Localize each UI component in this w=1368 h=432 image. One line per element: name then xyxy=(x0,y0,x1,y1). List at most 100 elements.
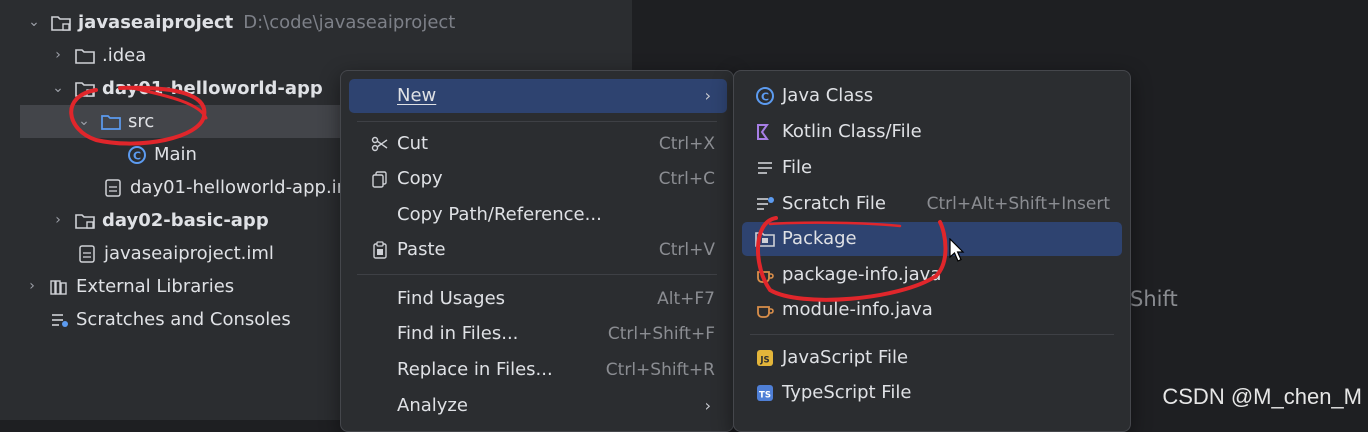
tree-item-src[interactable]: ⌄ src xyxy=(20,105,350,138)
menu-item-new[interactable]: New › xyxy=(349,79,727,113)
submenu-item-typescript-file[interactable]: TS TypeScript File xyxy=(742,376,1122,410)
chevron-down-icon[interactable]: ⌄ xyxy=(26,6,42,39)
chevron-right-icon[interactable]: › xyxy=(50,204,66,237)
context-menu: New › Cut Ctrl+X Copy Ctrl+C Copy Path/R… xyxy=(340,70,734,432)
tree-item-label: .idea xyxy=(102,45,147,66)
chevron-down-icon[interactable]: ⌄ xyxy=(76,105,92,138)
menu-item-label: Java Class xyxy=(782,85,874,106)
copy-icon xyxy=(369,168,391,190)
menu-item-label: New xyxy=(397,85,437,106)
tree-item-project-iml[interactable]: javaseaiproject.iml xyxy=(76,237,274,270)
svg-text:C: C xyxy=(133,149,141,162)
menu-item-copy[interactable]: Copy Ctrl+C xyxy=(349,162,727,196)
menu-item-label: Find in Files... xyxy=(397,323,519,344)
tree-item-idea[interactable]: › .idea xyxy=(50,39,146,72)
file-text-icon xyxy=(754,157,776,179)
module-folder-icon xyxy=(50,12,72,34)
package-icon xyxy=(754,228,776,250)
folder-icon xyxy=(74,45,96,67)
tree-item-label: Scratches and Consoles xyxy=(76,309,291,330)
new-submenu: C Java Class Kotlin Class/File File Scra… xyxy=(733,70,1131,432)
menu-item-label: JavaScript File xyxy=(782,347,909,368)
menu-item-label: module-info.java xyxy=(782,299,933,320)
menu-item-replace-in-files[interactable]: Replace in Files... Ctrl+Shift+R xyxy=(349,353,727,387)
tree-item-label: day01-helloworld-app xyxy=(102,78,323,99)
menu-item-label: Copy Path/Reference... xyxy=(397,204,602,225)
module-folder-icon xyxy=(74,210,96,232)
menu-item-find-in-files[interactable]: Find in Files... Ctrl+Shift+F xyxy=(349,317,727,351)
menu-item-shortcut: Alt+F7 xyxy=(657,289,715,309)
menu-item-copy-path[interactable]: Copy Path/Reference... xyxy=(349,198,727,232)
java-coffee-icon xyxy=(754,264,776,286)
menu-item-label: Kotlin Class/File xyxy=(782,121,922,142)
chevron-right-icon[interactable]: › xyxy=(50,39,66,72)
tree-item-scratches[interactable]: Scratches and Consoles xyxy=(48,303,291,336)
iml-file-icon xyxy=(76,243,98,265)
library-icon xyxy=(48,276,70,298)
source-folder-icon xyxy=(100,111,122,133)
menu-item-label: Replace in Files... xyxy=(397,359,553,380)
java-class-icon: C xyxy=(126,144,148,166)
menu-divider xyxy=(357,274,717,275)
project-path: D:\code\javaseaiproject xyxy=(243,12,456,33)
menu-item-label: TypeScript File xyxy=(782,382,912,403)
menu-item-label: Copy xyxy=(397,168,443,189)
chevron-right-icon: › xyxy=(704,86,711,105)
mouse-cursor-icon xyxy=(949,238,965,262)
tree-item-label: src xyxy=(128,111,155,132)
kotlin-class-icon xyxy=(754,121,776,143)
svg-text:C: C xyxy=(761,91,769,104)
submenu-item-module-info[interactable]: module-info.java xyxy=(742,293,1122,327)
menu-divider xyxy=(357,121,717,122)
svg-text:JS: JS xyxy=(759,356,769,366)
submenu-item-scratch-file[interactable]: Scratch File Ctrl+Alt+Shift+Insert xyxy=(742,187,1122,221)
tree-item-label: javaseaiproject xyxy=(78,12,234,33)
tree-item-external-libraries[interactable]: › External Libraries xyxy=(24,270,234,303)
tree-item-day02[interactable]: › day02-basic-app xyxy=(50,204,269,237)
tree-item-label: day01-helloworld-app.im xyxy=(130,177,355,198)
menu-divider xyxy=(750,334,1114,335)
menu-item-label: Package xyxy=(782,228,857,249)
menu-item-shortcut: Ctrl+X xyxy=(658,134,715,154)
menu-item-label: File xyxy=(782,157,813,178)
menu-item-find-usages[interactable]: Find Usages Alt+F7 xyxy=(349,282,727,316)
submenu-item-javascript-file[interactable]: JS JavaScript File xyxy=(742,341,1122,375)
iml-file-icon xyxy=(102,177,124,199)
menu-item-label: Scratch File xyxy=(782,193,886,214)
module-folder-icon xyxy=(74,78,96,100)
submenu-item-kotlin-class[interactable]: Kotlin Class/File xyxy=(742,115,1122,149)
menu-item-label: Find Usages xyxy=(397,288,506,309)
menu-item-cut[interactable]: Cut Ctrl+X xyxy=(349,127,727,161)
menu-item-analyze[interactable]: Analyze › xyxy=(349,389,727,423)
submenu-item-java-class[interactable]: C Java Class xyxy=(742,79,1122,113)
menu-item-shortcut: Ctrl+Alt+Shift+Insert xyxy=(926,194,1110,214)
scratches-icon xyxy=(48,309,70,331)
chevron-down-icon[interactable]: ⌄ xyxy=(50,72,66,105)
tree-item-label: javaseaiproject.iml xyxy=(104,243,274,264)
java-coffee-icon xyxy=(754,299,776,321)
tree-item-root[interactable]: ⌄ javaseaiproject D:\code\javaseaiprojec… xyxy=(26,6,455,39)
menu-item-label: Cut xyxy=(397,133,429,154)
menu-item-paste[interactable]: Paste Ctrl+V xyxy=(349,233,727,267)
menu-item-shortcut: Ctrl+C xyxy=(658,169,715,189)
javascript-file-icon: JS xyxy=(754,347,776,369)
menu-item-label: Analyze xyxy=(397,395,468,416)
menu-item-shortcut: Ctrl+V xyxy=(658,240,715,260)
tree-item-label: Main xyxy=(154,144,197,165)
svg-text:TS: TS xyxy=(759,391,771,401)
chevron-right-icon[interactable]: › xyxy=(24,270,40,303)
menu-item-shortcut: Ctrl+Shift+F xyxy=(607,324,715,344)
submenu-item-package-info[interactable]: package-info.java xyxy=(742,258,1122,292)
tree-item-day01-iml[interactable]: day01-helloworld-app.im xyxy=(102,171,354,204)
typescript-file-icon: TS xyxy=(754,382,776,404)
submenu-item-package[interactable]: Package xyxy=(742,222,1122,256)
tree-item-day01[interactable]: ⌄ day01-helloworld-app xyxy=(50,72,323,105)
submenu-item-file[interactable]: File xyxy=(742,151,1122,185)
tree-item-main[interactable]: C Main xyxy=(126,138,197,171)
scissors-icon xyxy=(369,133,391,155)
editor-shortcut-hint: Shift xyxy=(1130,287,1178,311)
scratch-file-icon xyxy=(754,193,776,215)
tree-item-label: day02-basic-app xyxy=(102,210,269,231)
watermark: CSDN @M_chen_M xyxy=(1162,384,1362,409)
menu-item-label: Paste xyxy=(397,239,446,260)
